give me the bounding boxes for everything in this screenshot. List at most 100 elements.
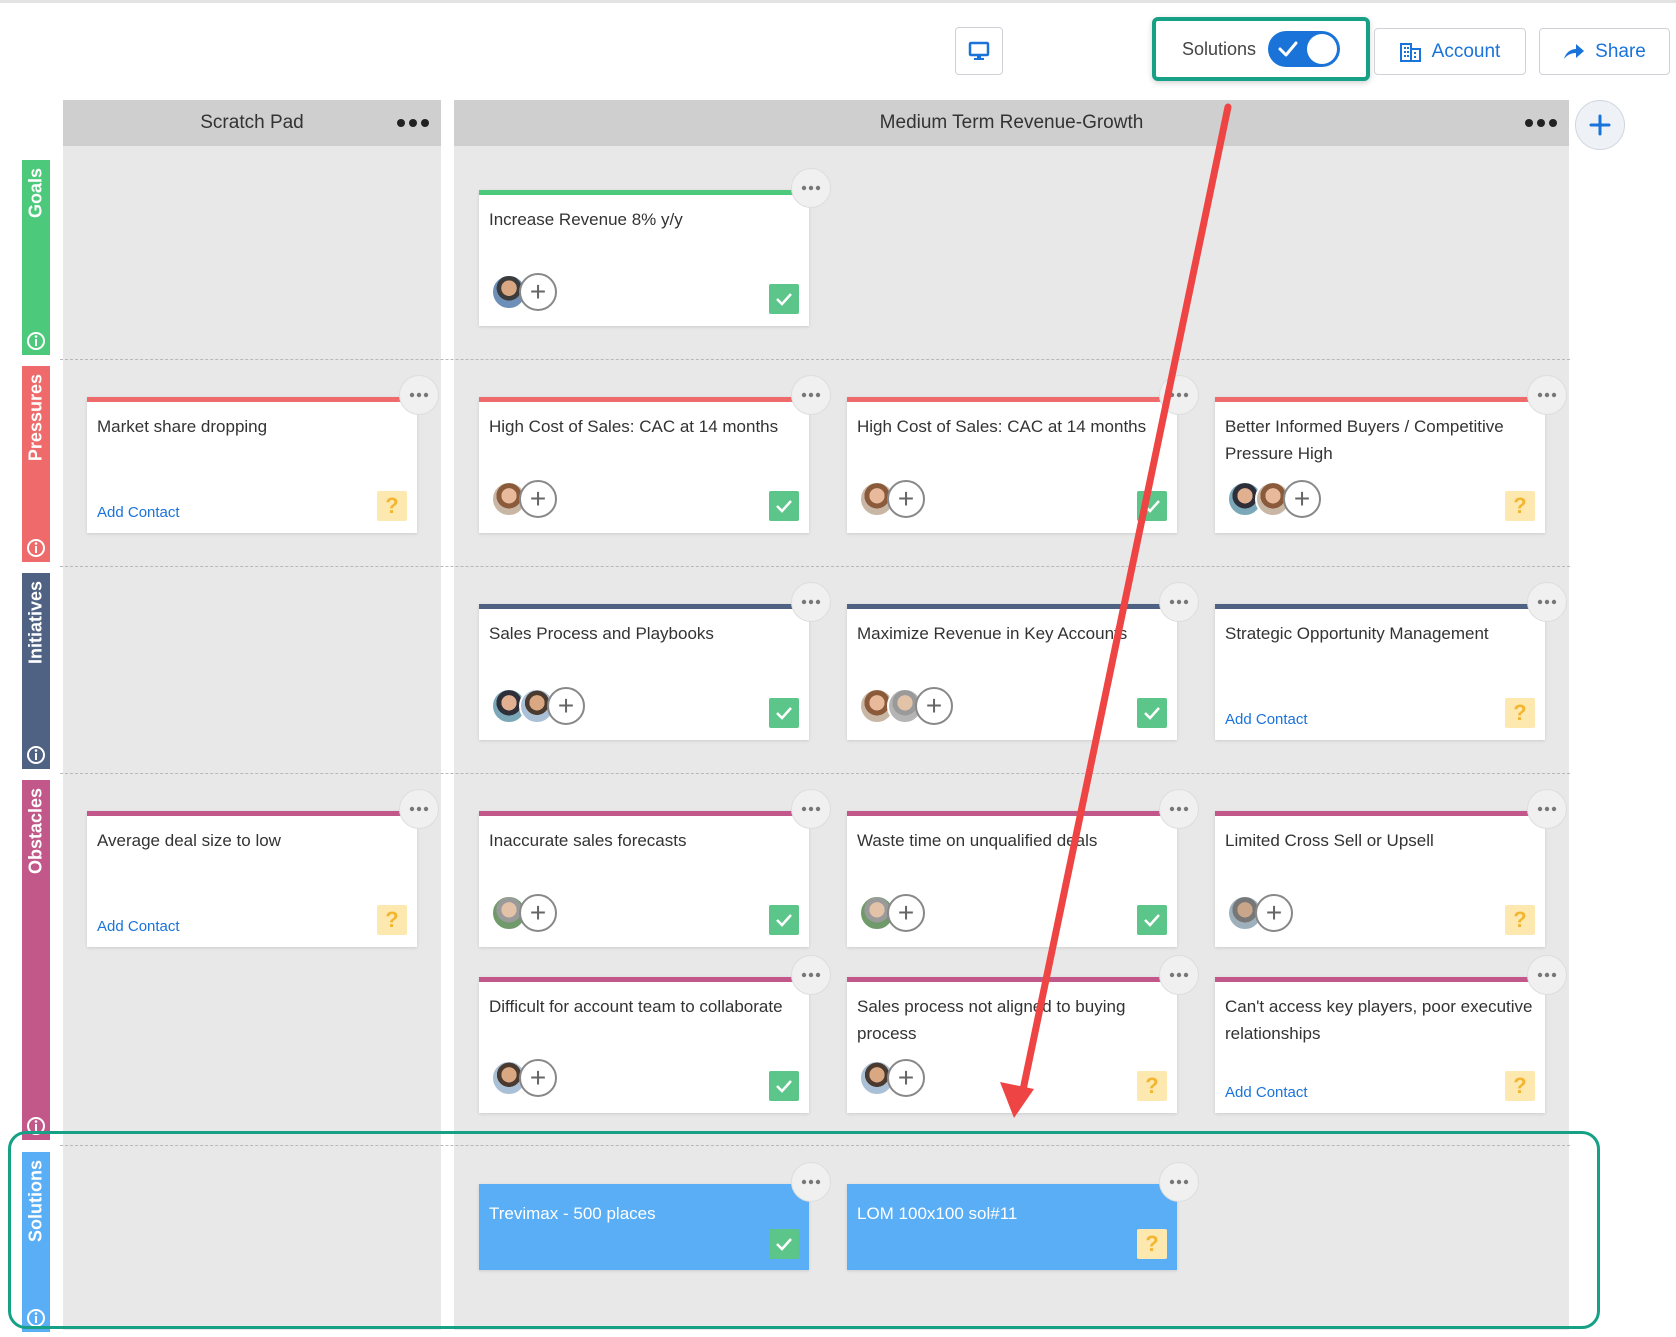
status-approved[interactable] bbox=[769, 905, 799, 935]
status-approved[interactable] bbox=[769, 1229, 799, 1259]
card-title: Average deal size to low bbox=[97, 831, 281, 850]
building-icon bbox=[1399, 42, 1421, 62]
column-header: Scratch Pad bbox=[63, 100, 441, 146]
card-menu-button[interactable] bbox=[1159, 789, 1199, 829]
status-unknown[interactable]: ? bbox=[377, 491, 407, 521]
contact-avatars: + bbox=[859, 480, 925, 518]
ellipsis-icon bbox=[1169, 1179, 1189, 1185]
card-menu-button[interactable] bbox=[399, 789, 439, 829]
initiative-card[interactable]: Strategic Opportunity Management Add Con… bbox=[1215, 582, 1567, 740]
card-menu-button[interactable] bbox=[1159, 1162, 1199, 1202]
add-contact-button[interactable]: + bbox=[519, 1059, 557, 1097]
status-approved[interactable] bbox=[769, 1071, 799, 1101]
status-unknown[interactable]: ? bbox=[1137, 1071, 1167, 1101]
ellipsis-icon bbox=[801, 392, 821, 398]
card-menu-button[interactable] bbox=[791, 375, 831, 415]
card-menu-button[interactable] bbox=[791, 789, 831, 829]
status-approved[interactable] bbox=[769, 284, 799, 314]
ellipsis-icon bbox=[1537, 392, 1557, 398]
solutions-toggle[interactable] bbox=[1268, 31, 1341, 67]
status-approved[interactable] bbox=[769, 698, 799, 728]
add-contact-button[interactable]: + bbox=[887, 894, 925, 932]
add-contact-button[interactable]: + bbox=[519, 273, 557, 311]
row-label-text: Solutions bbox=[25, 1160, 46, 1242]
card-menu-button[interactable] bbox=[1527, 955, 1567, 995]
column-title: Scratch Pad bbox=[200, 112, 304, 133]
add-contact-link[interactable]: Add Contact bbox=[97, 504, 180, 521]
card-color-bar bbox=[847, 977, 1177, 982]
status-unknown[interactable]: ? bbox=[1505, 1071, 1535, 1101]
status-unknown[interactable]: ? bbox=[1505, 905, 1535, 935]
status-approved[interactable] bbox=[769, 491, 799, 521]
contact-avatars: + bbox=[1227, 894, 1293, 932]
plus-icon bbox=[1589, 114, 1611, 136]
add-contact-link[interactable]: Add Contact bbox=[1225, 711, 1308, 728]
obstacle-card[interactable]: Waste time on unqualified deals + bbox=[847, 789, 1199, 947]
check-icon bbox=[1144, 914, 1160, 927]
card-menu-button[interactable] bbox=[1527, 375, 1567, 415]
card-menu-button[interactable] bbox=[399, 375, 439, 415]
more-options-icon[interactable] bbox=[395, 114, 431, 132]
solutions-toggle-label: Solutions bbox=[1181, 38, 1257, 59]
add-contact-link[interactable]: Add Contact bbox=[1225, 1084, 1308, 1101]
initiative-card[interactable]: Sales Process and Playbooks + bbox=[479, 582, 831, 740]
contact-avatars: + bbox=[491, 1059, 557, 1097]
card-menu-button[interactable] bbox=[791, 1162, 831, 1202]
row-label-initiatives: Initiatives bbox=[22, 573, 50, 769]
present-button[interactable] bbox=[955, 27, 1003, 75]
add-contact-button[interactable]: + bbox=[887, 480, 925, 518]
add-contact-link[interactable]: Add Contact bbox=[97, 918, 180, 935]
info-icon[interactable] bbox=[26, 1308, 46, 1328]
obstacle-card[interactable]: Difficult for account team to collaborat… bbox=[479, 955, 831, 1113]
status-unknown[interactable]: ? bbox=[1505, 491, 1535, 521]
add-contact-button[interactable]: + bbox=[1283, 480, 1321, 518]
account-button[interactable]: Account bbox=[1374, 28, 1526, 75]
card-menu-button[interactable] bbox=[1527, 582, 1567, 622]
add-column-button[interactable] bbox=[1575, 100, 1625, 150]
card-menu-button[interactable] bbox=[791, 582, 831, 622]
add-contact-button[interactable]: + bbox=[519, 480, 557, 518]
add-contact-button[interactable]: + bbox=[887, 1059, 925, 1097]
card-menu-button[interactable] bbox=[791, 955, 831, 995]
pressure-card[interactable]: Market share dropping Add Contact ? bbox=[87, 375, 439, 533]
card-menu-button[interactable] bbox=[1527, 789, 1567, 829]
add-contact-button[interactable]: + bbox=[547, 687, 585, 725]
pressure-card[interactable]: Better Informed Buyers / Competitive Pre… bbox=[1215, 375, 1567, 533]
obstacle-card[interactable]: Can't access key players, poor executive… bbox=[1215, 955, 1567, 1113]
solution-card[interactable]: LOM 100x100 sol#11 ? bbox=[847, 1162, 1199, 1270]
status-approved[interactable] bbox=[1137, 698, 1167, 728]
pressure-card[interactable]: High Cost of Sales: CAC at 14 months + bbox=[847, 375, 1199, 533]
initiative-card[interactable]: Maximize Revenue in Key Accounts + bbox=[847, 582, 1199, 740]
card-title: Market share dropping bbox=[97, 417, 268, 436]
info-icon[interactable] bbox=[26, 745, 46, 765]
card-menu-button[interactable] bbox=[1159, 375, 1199, 415]
status-approved[interactable] bbox=[1137, 905, 1167, 935]
obstacle-card[interactable]: Limited Cross Sell or Upsell + ? bbox=[1215, 789, 1567, 947]
card-title: Difficult for account team to collaborat… bbox=[489, 997, 783, 1016]
card-menu-button[interactable] bbox=[791, 168, 831, 208]
contact-avatars: + bbox=[1227, 480, 1321, 518]
info-icon[interactable] bbox=[26, 1116, 46, 1136]
obstacle-card[interactable]: Average deal size to low Add Contact ? bbox=[87, 789, 439, 947]
card-title: Better Informed Buyers / Competitive Pre… bbox=[1225, 417, 1504, 463]
info-icon[interactable] bbox=[26, 331, 46, 351]
status-approved[interactable] bbox=[1137, 491, 1167, 521]
more-options-icon[interactable] bbox=[1523, 114, 1559, 132]
obstacle-card[interactable]: Sales process not aligned to buying proc… bbox=[847, 955, 1199, 1113]
check-icon bbox=[776, 293, 792, 306]
obstacle-card[interactable]: Inaccurate sales forecasts + bbox=[479, 789, 831, 947]
add-contact-button[interactable]: + bbox=[915, 687, 953, 725]
solution-card[interactable]: Trevimax - 500 places bbox=[479, 1162, 831, 1270]
pressure-card[interactable]: High Cost of Sales: CAC at 14 months + bbox=[479, 375, 831, 533]
share-button[interactable]: Share bbox=[1539, 28, 1670, 75]
add-contact-button[interactable]: + bbox=[519, 894, 557, 932]
status-unknown[interactable]: ? bbox=[1137, 1229, 1167, 1259]
status-unknown[interactable]: ? bbox=[1505, 698, 1535, 728]
add-contact-button[interactable]: + bbox=[1255, 894, 1293, 932]
card-color-bar bbox=[847, 604, 1177, 609]
goal-card[interactable]: Increase Revenue 8% y/y + bbox=[479, 168, 831, 326]
card-menu-button[interactable] bbox=[1159, 582, 1199, 622]
info-icon[interactable] bbox=[26, 538, 46, 558]
card-menu-button[interactable] bbox=[1159, 955, 1199, 995]
status-unknown[interactable]: ? bbox=[377, 905, 407, 935]
